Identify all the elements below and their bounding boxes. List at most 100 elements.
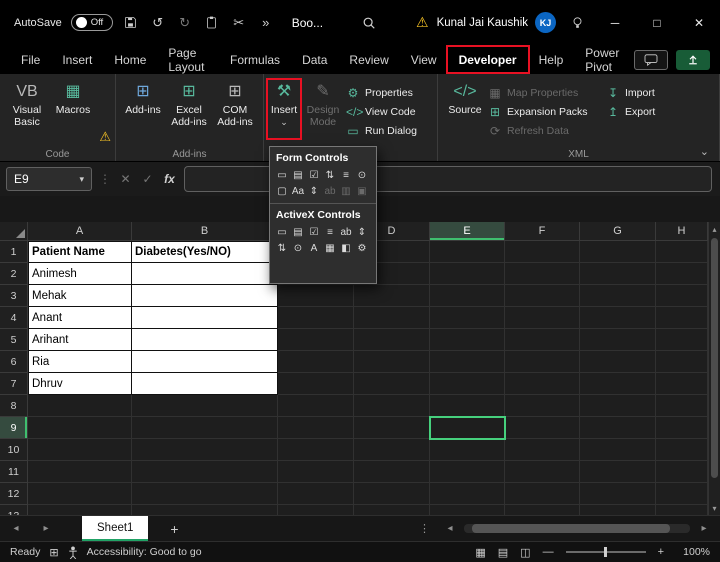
cell-F12[interactable] — [505, 483, 580, 505]
run-dialog-button[interactable]: ▭ Run Dialog — [346, 124, 417, 138]
cell-C13[interactable] — [278, 505, 354, 515]
maximize-button[interactable]: □ — [636, 0, 678, 45]
list-box-control-icon[interactable]: ≡ — [338, 167, 354, 183]
visual-basic-button[interactable]: VB Visual Basic — [4, 78, 50, 128]
page-layout-view-icon[interactable]: ▤ — [498, 546, 508, 559]
cell-A11[interactable] — [28, 461, 132, 483]
search-icon[interactable] — [360, 16, 378, 30]
more-commands-icon[interactable]: » — [257, 15, 275, 30]
cell-E4[interactable] — [430, 307, 505, 329]
cell-C3[interactable] — [278, 285, 354, 307]
sheet-tab-sheet1[interactable]: Sheet1 — [82, 516, 148, 541]
list-box-ax-control-icon[interactable]: ≡ — [322, 224, 338, 240]
column-header-B[interactable]: B — [132, 222, 278, 241]
cell-G4[interactable] — [580, 307, 656, 329]
cell-B8[interactable] — [132, 395, 278, 417]
cell-G8[interactable] — [580, 395, 656, 417]
vertical-scroll-thumb[interactable] — [711, 238, 718, 478]
button-control-icon[interactable]: ▭ — [274, 167, 290, 183]
redo-icon[interactable]: ↻ — [176, 15, 194, 31]
sheetbar-menu-icon[interactable]: ⋮ — [419, 522, 430, 535]
cell-H4[interactable] — [656, 307, 708, 329]
cell-C7[interactable] — [278, 373, 354, 395]
option-button-ax-control-icon[interactable]: ⊙ — [290, 240, 306, 256]
cell-A1[interactable]: Patient Name — [28, 241, 132, 263]
cell-G11[interactable] — [580, 461, 656, 483]
zoom-out-button[interactable]: — — [543, 546, 554, 558]
cell-D13[interactable] — [354, 505, 430, 515]
label-ax-control-icon[interactable]: A — [306, 240, 322, 256]
cell-H6[interactable] — [656, 351, 708, 373]
cell-G5[interactable] — [580, 329, 656, 351]
cell-H9[interactable] — [656, 417, 708, 439]
cell-H2[interactable] — [656, 263, 708, 285]
cell-D4[interactable] — [354, 307, 430, 329]
combo-box-control-icon[interactable]: ▤ — [290, 167, 306, 183]
cell-H10[interactable] — [656, 439, 708, 461]
com-addins-button[interactable]: ⊞ COM Add-ins — [212, 78, 258, 128]
tab-insert[interactable]: Insert — [51, 45, 103, 74]
accessibility-icon[interactable] — [68, 546, 78, 559]
cell-B6[interactable] — [132, 351, 278, 373]
cell-B10[interactable] — [132, 439, 278, 461]
cancel-icon[interactable]: ✕ — [118, 172, 133, 186]
tab-power-pivot[interactable]: Power Pivot — [574, 45, 634, 74]
comments-button[interactable] — [634, 50, 668, 70]
tab-review[interactable]: Review — [338, 45, 399, 74]
cell-C6[interactable] — [278, 351, 354, 373]
cell-B12[interactable] — [132, 483, 278, 505]
cell-F7[interactable] — [505, 373, 580, 395]
cell-G1[interactable] — [580, 241, 656, 263]
accessibility-status[interactable]: Accessibility: Good to go — [87, 546, 202, 558]
macros-button[interactable]: ▦ Macros — [50, 78, 96, 116]
zoom-slider[interactable] — [566, 551, 646, 553]
close-button[interactable]: ✕ — [678, 0, 720, 45]
normal-view-icon[interactable]: ▦ — [475, 546, 485, 559]
cell-A8[interactable] — [28, 395, 132, 417]
cell-F3[interactable] — [505, 285, 580, 307]
add-sheet-button[interactable]: + — [166, 521, 182, 537]
cell-G12[interactable] — [580, 483, 656, 505]
cell-H13[interactable] — [656, 505, 708, 515]
cell-G3[interactable] — [580, 285, 656, 307]
cell-D3[interactable] — [354, 285, 430, 307]
cell-A2[interactable]: Animesh — [28, 263, 132, 285]
clipboard-icon[interactable] — [203, 16, 221, 29]
cell-C9[interactable] — [278, 417, 354, 439]
import-button[interactable]: ↧ Import — [606, 86, 655, 100]
warning-icon[interactable]: ⚠ — [416, 14, 429, 31]
cell-F11[interactable] — [505, 461, 580, 483]
cell-C5[interactable] — [278, 329, 354, 351]
cell-F5[interactable] — [505, 329, 580, 351]
cell-E3[interactable] — [430, 285, 505, 307]
column-header-E[interactable]: E — [430, 222, 505, 241]
tab-view[interactable]: View — [400, 45, 448, 74]
cell-G10[interactable] — [580, 439, 656, 461]
cell-H1[interactable] — [656, 241, 708, 263]
cell-C8[interactable] — [278, 395, 354, 417]
sheet-prev-icon[interactable]: ◂ — [8, 523, 24, 534]
cell-E2[interactable] — [430, 263, 505, 285]
sheet-next-icon[interactable]: ▸ — [38, 523, 54, 534]
cell-A6[interactable]: Ria — [28, 351, 132, 373]
cell-E9[interactable] — [430, 417, 505, 439]
row-header-10[interactable]: 10 — [0, 439, 28, 461]
cell-B1[interactable]: Diabetes(Yes/NO) — [132, 241, 278, 263]
check-box-control-icon[interactable]: ☑ — [306, 167, 322, 183]
cell-E6[interactable] — [430, 351, 505, 373]
cell-G2[interactable] — [580, 263, 656, 285]
cell-E1[interactable] — [430, 241, 505, 263]
cell-F9[interactable] — [505, 417, 580, 439]
tab-formulas[interactable]: Formulas — [219, 45, 291, 74]
export-button[interactable]: ↥ Export — [606, 105, 655, 119]
scroll-up-icon[interactable]: ▴ — [709, 222, 720, 236]
cell-E10[interactable] — [430, 439, 505, 461]
cell-E5[interactable] — [430, 329, 505, 351]
formula-input[interactable] — [184, 166, 712, 192]
cell-H7[interactable] — [656, 373, 708, 395]
scroll-down-icon[interactable]: ▾ — [709, 501, 720, 515]
cell-F1[interactable] — [505, 241, 580, 263]
row-header-11[interactable]: 11 — [0, 461, 28, 483]
cell-D6[interactable] — [354, 351, 430, 373]
cell-A5[interactable]: Arihant — [28, 329, 132, 351]
